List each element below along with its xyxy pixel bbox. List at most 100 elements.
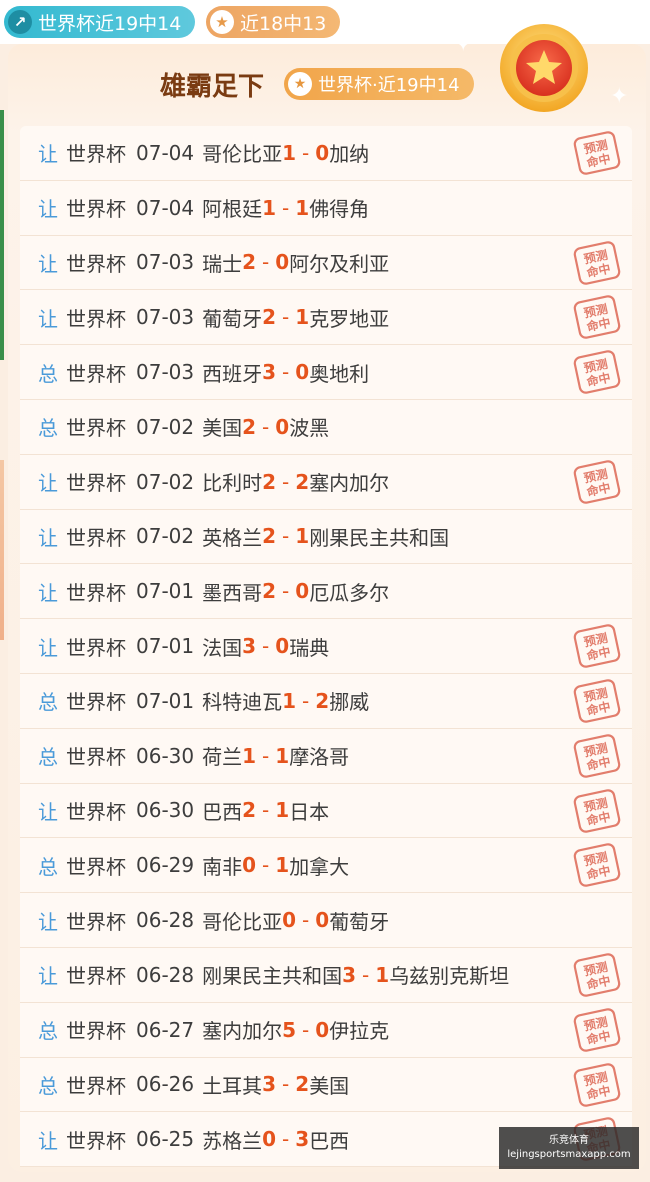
home-score: 0: [262, 1127, 277, 1152]
league-label: 世界杯: [66, 361, 126, 386]
score-separator: -: [262, 250, 270, 275]
card-header: ✦ ✦ 雄霸足下 ★ 世界杯·近19中14: [8, 24, 646, 126]
table-row[interactable]: 让世界杯 06-30 巴西 2-1 日本 预测 命中: [20, 783, 632, 839]
watermark-line2: lejingsportsmaxapp.com: [507, 1149, 631, 1160]
score-separator: -: [262, 743, 270, 768]
match-date: 07-03: [136, 305, 195, 330]
bet-type-label: 让: [38, 197, 58, 222]
table-row[interactable]: 总世界杯 06-27 塞内加尔 5-0 伊拉克 预测 命中: [20, 1002, 632, 1058]
prediction-hit-stamp-icon: 预测命中: [573, 295, 621, 340]
league-label: 世界杯: [66, 525, 126, 550]
score-separator: -: [302, 1017, 310, 1042]
score-separator: -: [262, 798, 270, 823]
prediction-hit-stamp-icon: 预测命中: [573, 734, 621, 778]
header-badge-label: 世界杯·近19中14: [318, 75, 460, 96]
bet-type-label: 让: [38, 142, 58, 167]
watermark-line1: 乐竞体育: [549, 1135, 589, 1146]
league-label: 世界杯: [66, 854, 126, 879]
table-row[interactable]: 总世界杯 06-29 南非 0-1 加拿大 预测 命中: [20, 838, 632, 894]
table-row[interactable]: 让世界杯 06-28 刚果民主共和国 3-1 乌兹别克斯坦 预测 命中: [20, 947, 632, 1003]
away-score: 2: [315, 688, 330, 713]
home-team: 瑞士: [202, 251, 243, 276]
bet-type-label: 总: [38, 690, 58, 715]
home-team: 阿根廷: [202, 197, 263, 222]
table-row[interactable]: 让世界杯 07-02 英格兰 2-1 刚果民主共和国: [20, 509, 632, 565]
table-row[interactable]: 总世界杯 07-03 西班牙 3-0 奥地利 预测 命中: [20, 345, 632, 400]
score-separator: -: [282, 579, 290, 604]
league-label: 世界杯: [66, 1128, 126, 1153]
table-row[interactable]: 让世界杯 07-01 墨西哥 2-0 厄瓜多尔: [20, 564, 632, 620]
home-score: 2: [262, 469, 277, 494]
home-team: 哥伦比亚: [202, 909, 283, 934]
table-row[interactable]: 让世界杯 07-04 阿根廷 1-1 佛得角: [20, 180, 632, 236]
league-label: 世界杯: [66, 580, 126, 605]
match-date: 06-28: [136, 908, 195, 933]
match-date: 07-01: [136, 579, 195, 604]
away-team: 厄瓜多尔: [309, 580, 390, 605]
score-separator: -: [262, 414, 270, 439]
table-row[interactable]: 让世界杯 07-03 瑞士 2-0 阿尔及利亚 预测 命中: [20, 235, 632, 291]
away-score: 1: [275, 798, 290, 823]
match-date: 06-30: [136, 743, 195, 768]
prediction-hit-stamp-icon: 预测命中: [573, 843, 621, 888]
match-date: 06-30: [136, 798, 195, 823]
home-score: 3: [242, 634, 257, 659]
table-row[interactable]: 总世界杯 07-02 美国 2-0 波黑: [20, 399, 632, 455]
league-label: 世界杯: [66, 635, 126, 660]
bet-type-label: 让: [38, 471, 58, 496]
league-label: 世界杯: [66, 745, 126, 770]
recent-record-pill[interactable]: ★ 近18中13: [206, 6, 341, 38]
score-separator: -: [262, 634, 270, 659]
sparkle-icon: ✦: [454, 32, 473, 57]
up-arrow-icon: ↗: [8, 10, 32, 34]
away-score: 2: [295, 1072, 310, 1097]
away-score: 0: [315, 1017, 330, 1042]
home-score: 1: [242, 743, 257, 768]
league-label: 世界杯: [66, 799, 126, 824]
bet-type-label: 让: [38, 525, 58, 550]
table-row[interactable]: 让世界杯 07-03 葡萄牙 2-1 克罗地亚 预测 命中: [20, 290, 632, 346]
bet-type-label: 让: [38, 306, 58, 331]
prediction-hit-stamp-icon: 预测命中: [573, 460, 621, 504]
match-date: 07-03: [136, 250, 195, 275]
table-row[interactable]: 让世界杯 06-28 哥伦比亚 0-0 葡萄牙: [20, 893, 632, 948]
home-score: 2: [242, 798, 257, 823]
league-label: 世界杯: [66, 197, 126, 222]
home-team: 土耳其: [202, 1073, 263, 1098]
away-score: 1: [295, 305, 310, 330]
prediction-hit-stamp-icon: 预测命中: [573, 679, 621, 723]
table-row[interactable]: 总世界杯 06-30 荷兰 1-1 摩洛哥 预测 命中: [20, 728, 632, 784]
home-score: 2: [242, 250, 257, 275]
recent-record-label: 近18中13: [240, 12, 327, 35]
away-score: 3: [295, 1127, 310, 1152]
match-date: 06-25: [136, 1127, 195, 1152]
star-icon: ★: [210, 10, 234, 34]
away-team: 阿尔及利亚: [289, 251, 390, 276]
home-score: 1: [282, 688, 297, 713]
home-score: 3: [342, 962, 357, 987]
home-team: 英格兰: [202, 525, 263, 550]
away-team: 塞内加尔: [309, 471, 390, 496]
league-label: 世界杯: [66, 909, 126, 934]
away-team: 加纳: [329, 142, 370, 167]
bet-type-label: 总: [38, 1019, 58, 1044]
home-team: 法国: [202, 635, 243, 660]
prediction-list: 让世界杯 07-04 哥伦比亚 1-0 加纳 预测 命中让世界杯 07-04 阿根廷 1-1 佛得角…: [20, 126, 632, 1168]
league-label: 世界杯: [66, 690, 126, 715]
table-row[interactable]: 让世界杯 07-04 哥伦比亚 1-0 加纳 预测 命中: [20, 126, 632, 181]
prediction-hit-stamp-icon: 预测命中: [573, 240, 621, 285]
prediction-hit-stamp-icon: 预测命中: [573, 624, 621, 668]
table-row[interactable]: 让世界杯 07-01 法国 3-0 瑞典 预测 命中: [20, 619, 632, 674]
away-team: 日本: [289, 799, 330, 824]
match-date: 07-01: [136, 688, 195, 713]
score-separator: -: [282, 305, 290, 330]
away-team: 乌兹别克斯坦: [389, 964, 510, 989]
prediction-hit-stamp-icon: 预测命中: [573, 350, 621, 394]
worldcup-record-pill[interactable]: ↗ 世界杯近19中14: [4, 6, 196, 38]
league-label: 世界杯: [66, 964, 126, 989]
away-score: 0: [315, 140, 330, 165]
table-row[interactable]: 让世界杯 07-02 比利时 2-2 塞内加尔 预测 命中: [20, 454, 632, 510]
table-row[interactable]: 总世界杯 06-26 土耳其 3-2 美国 预测 命中: [20, 1057, 632, 1113]
away-team: 波黑: [289, 416, 330, 441]
table-row[interactable]: 总世界杯 07-01 科特迪瓦 1-2 挪威 预测 命中: [20, 673, 632, 729]
